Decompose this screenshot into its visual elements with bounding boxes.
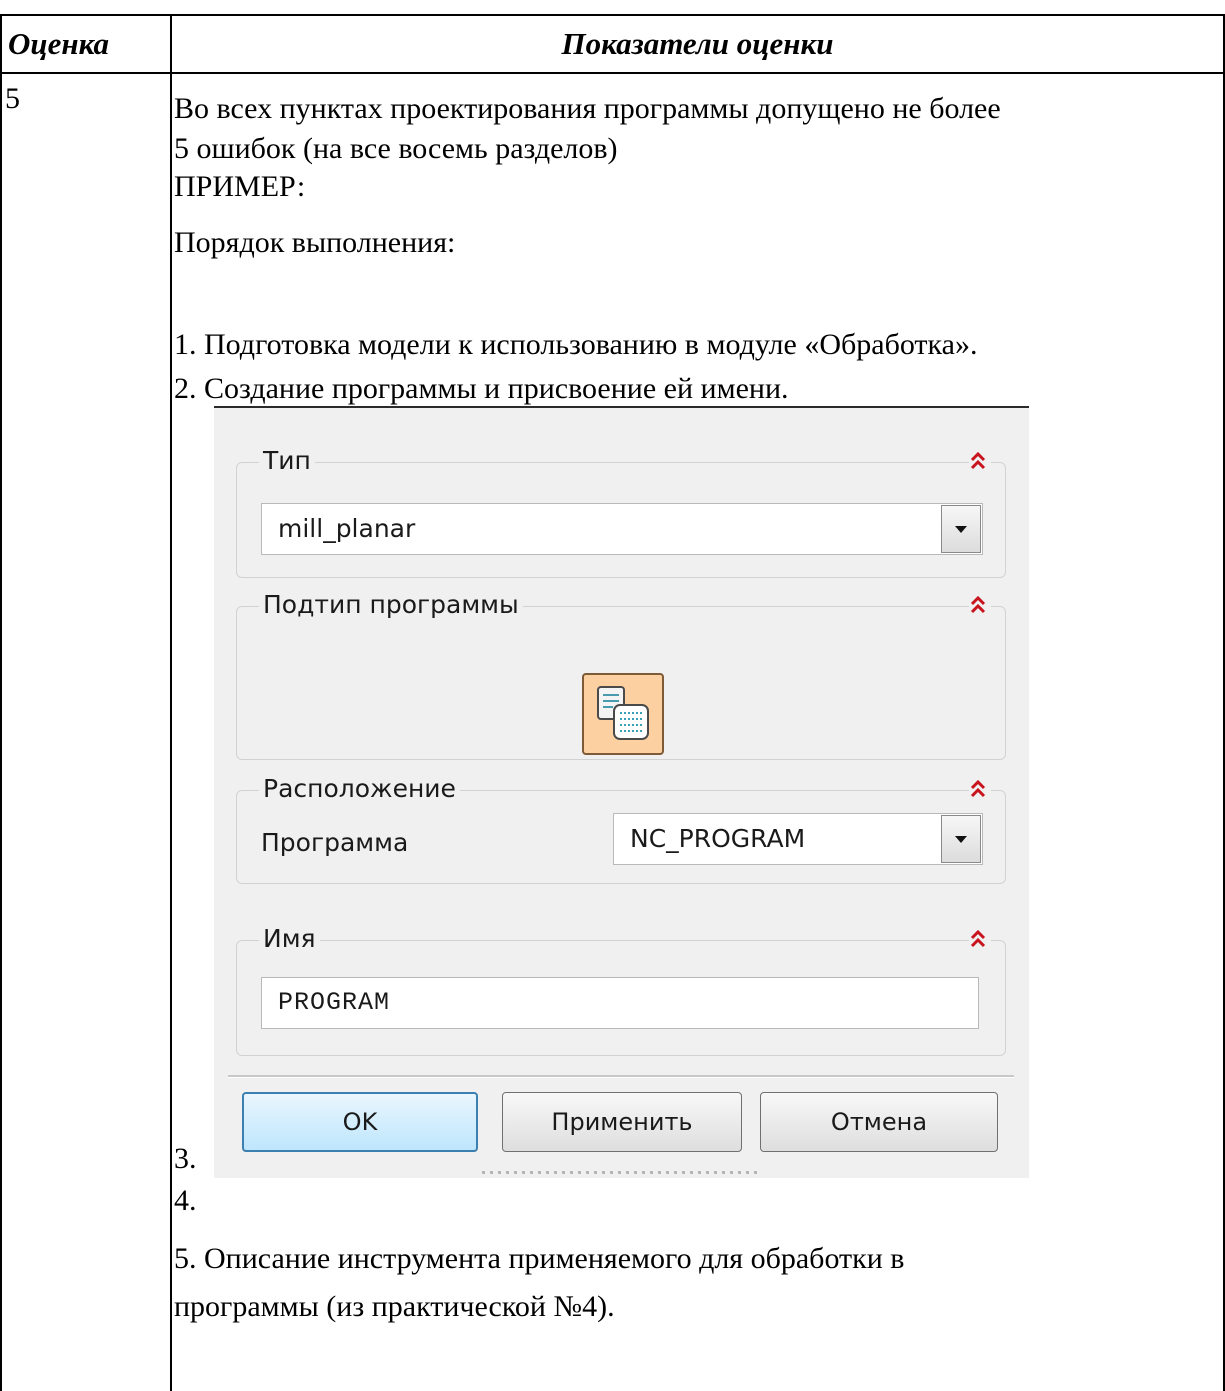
intro-line-1: Во всех пунктах проектирования программы…	[174, 92, 1001, 125]
table-header-divider	[0, 72, 1225, 74]
step-3: 3.	[174, 1142, 197, 1175]
dialog-top-border	[214, 406, 1029, 408]
program-name-value: PROGRAM	[278, 988, 391, 1017]
double-chevron-up-icon[interactable]	[969, 769, 991, 809]
subtype-group-title: Подтип программы	[259, 585, 523, 625]
name-group-title: Имя	[259, 919, 320, 959]
table-border-left	[0, 14, 2, 1391]
type-dropdown-value: mill_planar	[278, 514, 416, 543]
program-subtype-icon	[597, 686, 649, 740]
name-group: Имя PROGRAM	[236, 919, 1006, 1056]
dialog-separator	[228, 1075, 1014, 1078]
table-column-divider	[170, 14, 172, 1391]
create-program-dialog: Тип mill_planar Подтип программы Располо…	[214, 406, 1029, 1178]
order-label: Порядок выполнения:	[174, 226, 456, 259]
header-criteria: Показатели оценки	[561, 26, 834, 61]
location-group-title: Расположение	[259, 769, 460, 809]
step-4: 4.	[174, 1184, 197, 1217]
program-subtype-button[interactable]	[582, 673, 664, 755]
dropdown-arrow-icon[interactable]	[941, 815, 981, 863]
cancel-button[interactable]: Отмена	[760, 1092, 998, 1152]
type-group: Тип mill_planar	[236, 441, 1006, 578]
location-group: Расположение Программа NC_PROGRAM	[236, 769, 1006, 884]
program-dropdown-value: NC_PROGRAM	[630, 824, 806, 853]
program-name-input[interactable]: PROGRAM	[261, 977, 979, 1029]
step-5-line-2: программы (из практической №4).	[174, 1290, 615, 1323]
double-chevron-up-icon[interactable]	[969, 441, 991, 481]
double-chevron-up-icon[interactable]	[969, 919, 991, 959]
intro-line-2: 5 ошибок (на все восемь разделов)	[174, 132, 618, 165]
type-group-title: Тип	[259, 441, 315, 481]
double-chevron-up-icon[interactable]	[969, 585, 991, 625]
example-label: ПРИМЕР:	[174, 170, 306, 203]
program-dropdown[interactable]: NC_PROGRAM	[613, 813, 983, 865]
ok-button[interactable]: OK	[242, 1092, 478, 1152]
header-grade: Оценка	[8, 26, 110, 61]
step-2: 2. Создание программы и присвоение ей им…	[174, 372, 789, 405]
resize-grip[interactable]	[482, 1171, 762, 1174]
apply-button[interactable]: Применить	[502, 1092, 742, 1152]
program-label: Программа	[261, 828, 409, 857]
subtype-group: Подтип программы	[236, 585, 1006, 760]
grade-value: 5	[5, 82, 20, 115]
table-border-top	[0, 14, 1225, 16]
step-1: 1. Подготовка модели к использованию в м…	[174, 328, 978, 361]
step-5-line-1: 5. Описание инструмента применяемого для…	[174, 1242, 905, 1275]
type-dropdown[interactable]: mill_planar	[261, 503, 983, 555]
dropdown-arrow-icon[interactable]	[941, 505, 981, 553]
document-page: Оценка Показатели оценки 5 Во всех пункт…	[0, 0, 1225, 1391]
